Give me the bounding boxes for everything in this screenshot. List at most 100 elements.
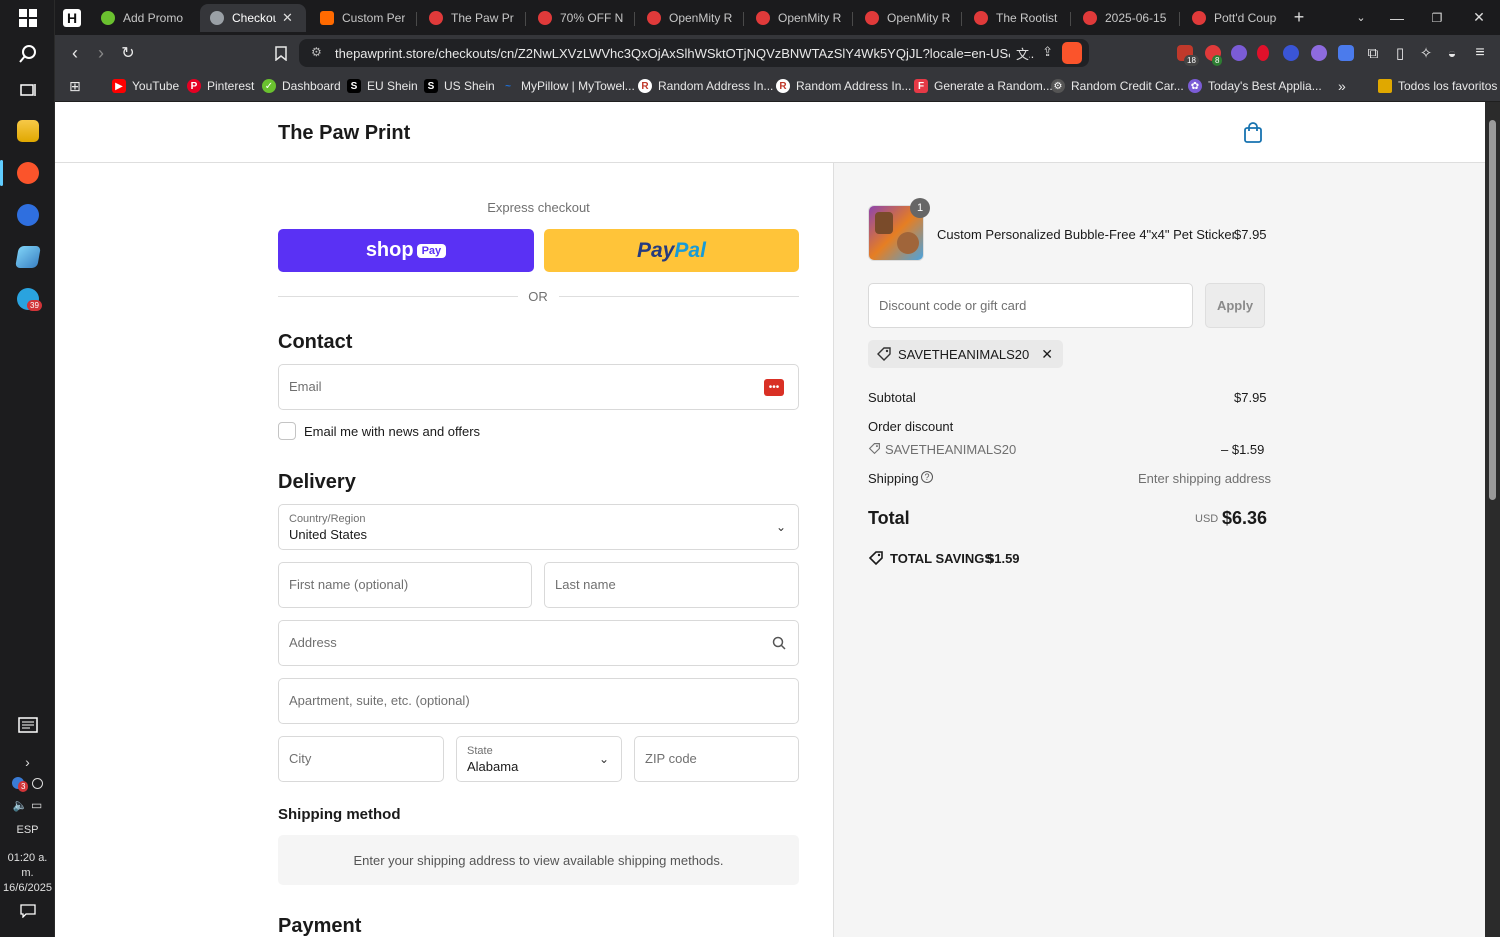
sidebar-panel-icon[interactable]: ▯: [1387, 41, 1413, 65]
tab-openmity-1[interactable]: OpenMity Ro: [637, 4, 742, 32]
order-summary-panel: [833, 163, 1485, 937]
bookmark-generate-random[interactable]: F Generate a Random...: [914, 77, 1053, 95]
brave-browser-icon[interactable]: [0, 160, 55, 186]
leo-ai-icon[interactable]: ✧: [1413, 41, 1439, 65]
shop-pay-button[interactable]: shop Pay: [278, 229, 534, 272]
windows-start-icon[interactable]: [0, 6, 55, 30]
tab-openmity-3[interactable]: OpenMity Ro: [855, 4, 960, 32]
remove-discount-icon[interactable]: ✕: [1041, 346, 1053, 363]
first-name-field[interactable]: First name (optional): [278, 562, 532, 608]
notification-icon[interactable]: [0, 900, 55, 922]
address-bar[interactable]: ⚙ thepawprint.store/checkouts/cn/Z2NwLXV…: [299, 39, 1089, 67]
task-view-icon[interactable]: [0, 78, 55, 102]
notes-app-icon[interactable]: [0, 244, 55, 270]
shipping-method-placeholder: Enter your shipping address to view avai…: [278, 835, 799, 885]
share-icon[interactable]: ⇪: [1042, 44, 1053, 60]
shopping-bag-icon[interactable]: [1243, 122, 1263, 144]
extension-blue-icon[interactable]: [1283, 45, 1299, 61]
brave-beta-icon[interactable]: [0, 202, 55, 228]
country-select[interactable]: Country/Region United States ⌄: [278, 504, 799, 550]
scroll-thumb[interactable]: [1489, 120, 1496, 500]
apply-discount-button[interactable]: Apply: [1205, 283, 1265, 328]
tab-70-off[interactable]: 70% OFF Nea: [528, 4, 633, 32]
bookmark-random-credit-card[interactable]: ⚙ Random Credit Car...: [1051, 77, 1184, 95]
tab-search-chevron-icon[interactable]: ⌄: [1341, 0, 1381, 35]
order-discount-code: SAVETHEANIMALS20: [885, 442, 1017, 457]
reload-icon[interactable]: ↻: [115, 41, 141, 65]
bookmark-icon[interactable]: [268, 41, 294, 65]
checkout-page: The Paw Print Express checkout shop Pay …: [55, 102, 1485, 937]
translate-icon[interactable]: 文: [1009, 44, 1029, 63]
bookmark-dashboard[interactable]: ✓ Dashboard: [262, 77, 341, 95]
brave-shields-icon[interactable]: [1062, 42, 1082, 64]
newsletter-checkbox[interactable]: [278, 422, 296, 440]
help-icon[interactable]: ?: [921, 471, 933, 483]
extension-purple-icon[interactable]: [1311, 45, 1327, 61]
tab-checkout[interactable]: Checkout ✕: [200, 4, 306, 32]
bookmark-pinterest[interactable]: P Pinterest: [187, 77, 254, 95]
tab-pottd-coupon[interactable]: Pott'd Coupo: [1182, 4, 1287, 32]
state-select[interactable]: State Alabama ⌄: [456, 736, 622, 782]
tab-add-promo[interactable]: Add Promo C: [91, 4, 196, 32]
tab-2025-06-15[interactable]: 2025-06-15 N: [1073, 4, 1178, 32]
extension-percent-icon[interactable]: [1231, 45, 1247, 61]
address-field[interactable]: Address: [278, 620, 799, 666]
restore-icon[interactable]: ❐: [1417, 0, 1457, 35]
bookmark-youtube[interactable]: ▶ YouTube: [112, 77, 179, 95]
tab-rootist[interactable]: The Rootist C: [964, 4, 1069, 32]
back-icon[interactable]: ‹: [62, 41, 88, 65]
tab-custom-perso[interactable]: Custom Perso: [310, 4, 415, 32]
contact-heading: Contact: [278, 331, 353, 353]
subtotal-label: Subtotal: [868, 390, 916, 405]
browser-tab-strip: H Add Promo C Checkout ✕ Custom Perso Th…: [55, 0, 1500, 35]
city-field[interactable]: City: [278, 736, 444, 782]
bookmark-random-address-2[interactable]: R Random Address In...: [776, 77, 911, 95]
extensions-puzzle-icon[interactable]: ⧉: [1360, 41, 1386, 65]
telegram-icon[interactable]: 39: [0, 286, 55, 312]
menu-icon[interactable]: ≡: [1467, 41, 1493, 65]
wallet-icon[interactable]: ◒: [1439, 41, 1465, 65]
last-name-field[interactable]: Last name: [544, 562, 799, 608]
chevron-right-icon[interactable]: ›: [0, 752, 55, 772]
tray-icons[interactable]: 3: [0, 774, 55, 792]
apartment-field[interactable]: Apartment, suite, etc. (optional): [278, 678, 799, 724]
bookmark-eu-shein[interactable]: S EU Shein: [347, 77, 418, 95]
all-bookmarks-folder[interactable]: Todos los favoritos: [1378, 77, 1497, 95]
tab-paw-print[interactable]: The Paw Print: [419, 4, 524, 32]
email-field[interactable]: Email •••: [278, 364, 799, 410]
volume-network-icons[interactable]: 🔈 ▭: [0, 796, 55, 814]
bookmarks-overflow-icon[interactable]: »: [1338, 77, 1346, 95]
new-tab-icon[interactable]: +: [1279, 0, 1319, 35]
bookmark-random-address-1[interactable]: R Random Address In...: [638, 77, 773, 95]
zip-field[interactable]: ZIP code: [634, 736, 799, 782]
store-brand[interactable]: The Paw Print: [278, 122, 410, 145]
forward-icon[interactable]: ›: [88, 41, 114, 65]
minimize-icon[interactable]: —: [1377, 0, 1417, 35]
password-manager-icon[interactable]: •••: [764, 379, 784, 396]
total-value: $6.36: [1222, 508, 1268, 528]
page-scrollbar[interactable]: [1485, 102, 1500, 937]
extension-game-icon[interactable]: [1338, 45, 1354, 61]
bookmark-mypillow[interactable]: ~ MyPillow | MyTowel...: [501, 77, 635, 95]
close-window-icon[interactable]: ✕: [1459, 0, 1499, 35]
apps-grid-icon[interactable]: ⊞: [69, 77, 81, 95]
telegram-badge: 39: [27, 300, 42, 311]
tab-openmity-2[interactable]: OpenMity Ro: [746, 4, 851, 32]
language-indicator[interactable]: ESP: [0, 822, 55, 838]
discount-code-field[interactable]: Discount code or gift card: [868, 283, 1193, 328]
clock[interactable]: 01:20 a. m. 16/6/2025: [0, 852, 55, 894]
tab-close-icon[interactable]: ✕: [282, 10, 293, 26]
extension-badge-2: 8: [1212, 55, 1223, 66]
search-icon: [772, 636, 786, 650]
paypal-button[interactable]: Pay Pal: [544, 229, 799, 272]
file-explorer-icon[interactable]: [0, 118, 55, 144]
sidebar-toggle-icon[interactable]: H: [57, 4, 87, 32]
site-info-icon[interactable]: ⚙: [311, 45, 322, 59]
bookmark-todays-best[interactable]: ✿ Today's Best Applia...: [1188, 77, 1322, 95]
applied-discount-chip: SAVETHEANIMALS20 ✕: [868, 340, 1063, 368]
extension-red-icon[interactable]: [1257, 45, 1269, 61]
search-icon[interactable]: [0, 42, 55, 66]
order-discount-value: – $1.59: [1221, 442, 1265, 457]
news-widget-icon[interactable]: [0, 714, 55, 736]
bookmark-us-shein[interactable]: S US Shein: [424, 77, 495, 95]
